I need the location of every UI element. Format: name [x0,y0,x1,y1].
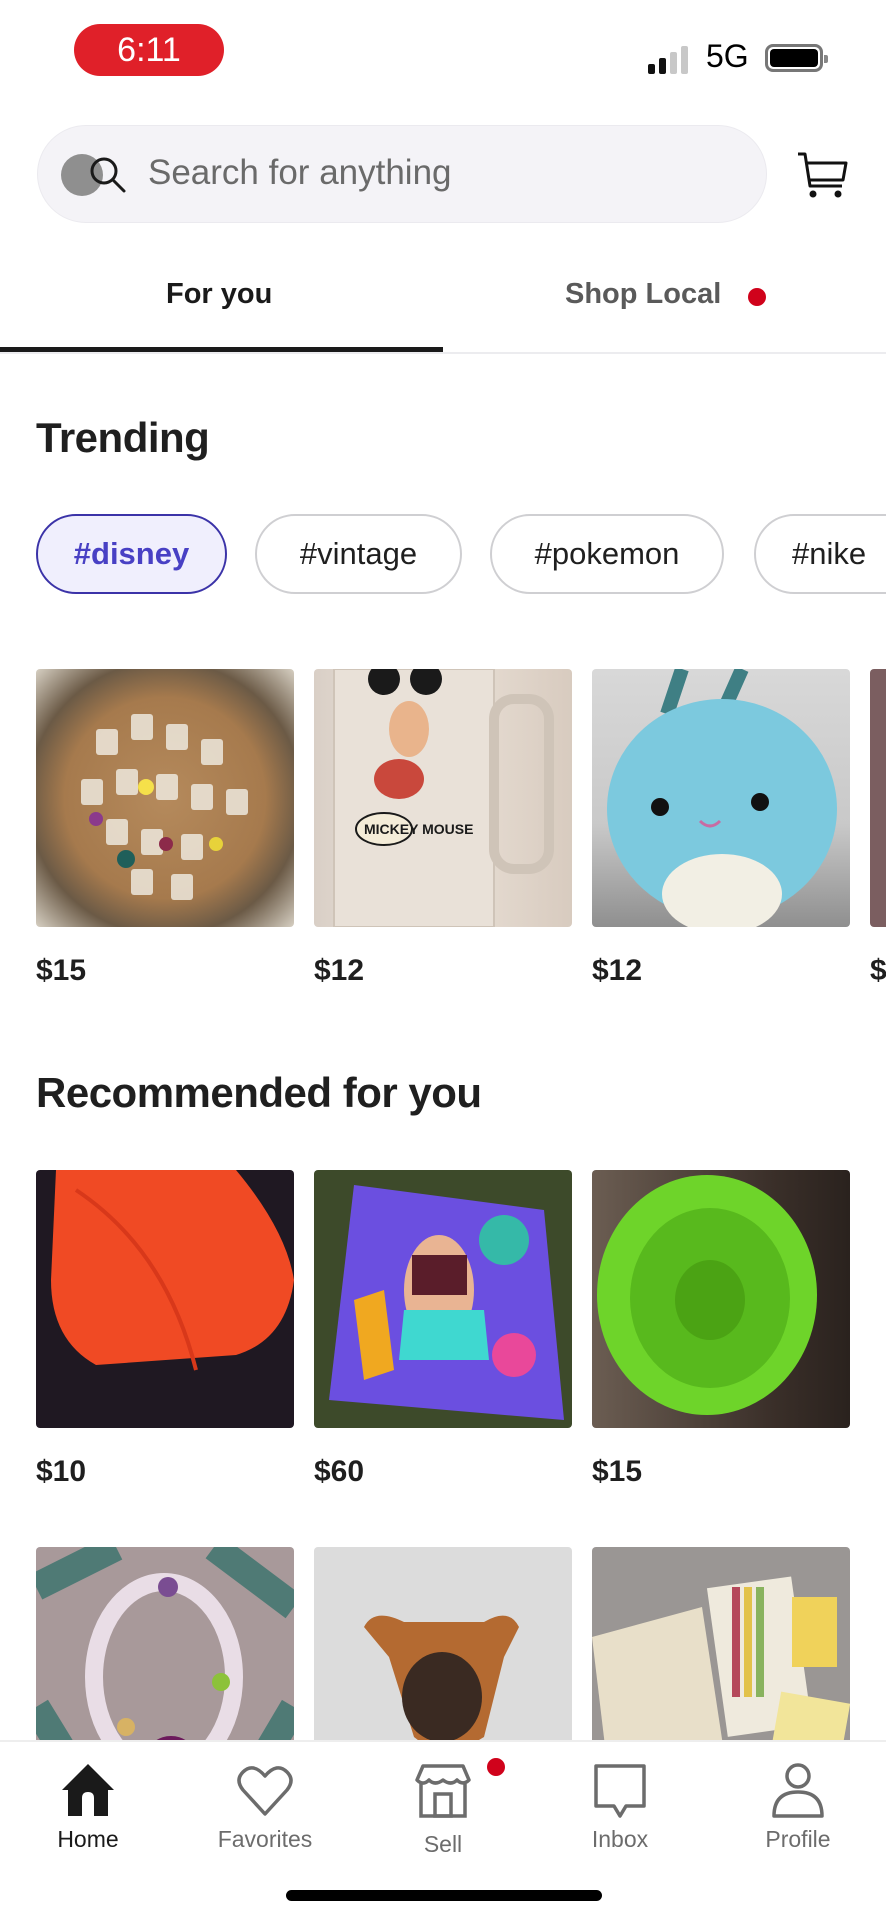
item-image-squishmallow[interactable] [592,669,850,927]
profile-icon [772,1763,824,1818]
recommended-heading: Recommended for you [36,1069,482,1116]
trending-item[interactable]: $15 [36,669,294,987]
search-icon [90,157,126,193]
status-time: 6:11 [74,24,224,76]
item-price: $15 [36,954,87,987]
item-price: $10 [36,1455,87,1488]
chip-nike[interactable]: #nike [754,514,886,594]
nav-profile-label: Profile [765,1826,831,1852]
nav-home[interactable]: Home [23,1760,153,1853]
nav-home-label: Home [57,1826,119,1852]
item-price: $15 [592,1455,643,1488]
item-image-canvas-art[interactable] [314,1170,572,1428]
inbox-icon [594,1764,646,1818]
item-image-partial[interactable] [870,669,886,927]
trending-item[interactable]: $12 [592,669,850,987]
tab-divider [0,352,886,354]
search-bar[interactable]: Search for anything [37,125,767,223]
shop-local-notification-dot [748,288,766,306]
home-icon [62,1764,114,1816]
nav-inbox-label: Inbox [591,1826,649,1852]
tab-shop-local[interactable]: Shop Local [565,278,721,311]
nav-profile[interactable]: Profile [733,1760,863,1853]
sell-notification-dot [485,1756,507,1778]
item-image-mickey-mug[interactable]: MICKEY MOUSE [314,669,572,927]
chip-pokemon[interactable]: #pokemon [490,514,724,594]
knit-hat-illustration [51,1170,294,1371]
pins-illustration [81,714,248,900]
item-image-knit-hat[interactable] [36,1170,294,1428]
network-type: 5G [706,38,749,74]
trending-heading: Trending [36,414,210,461]
bowl-illustration [597,1175,817,1415]
item-image-green-bowl[interactable] [592,1170,850,1428]
item-price: $12 [592,954,643,987]
nav-favorites-label: Favorites [217,1826,313,1852]
cart-icon[interactable] [796,150,850,200]
heart-icon [237,1766,293,1816]
recommended-item[interactable]: $60 [314,1170,572,1488]
item-price: $ [870,954,886,987]
plush-illustration [607,669,837,927]
home-indicator[interactable] [286,1890,602,1901]
item-price: $12 [314,954,365,987]
item-image-disney-pins[interactable] [36,669,294,927]
search-input[interactable]: Search for anything [148,153,452,193]
recommended-item[interactable]: $10 [36,1170,294,1488]
nav-favorites[interactable]: Favorites [200,1760,330,1853]
battery-icon [765,44,828,72]
nav-inbox[interactable]: Inbox [555,1760,685,1853]
nav-sell[interactable]: Sell [378,1756,508,1858]
canvas-illustration [329,1185,564,1420]
mug-illustration: MICKEY MOUSE [333,669,554,927]
trending-item[interactable]: $ [870,669,886,987]
signal-icon [648,44,694,74]
mug-text: MICKEY MOUSE [364,821,473,837]
trending-item[interactable]: MICKEY MOUSE $12 [314,669,572,987]
chip-vintage[interactable]: #vintage [255,514,462,594]
storefront-icon [415,1764,471,1818]
chip-disney[interactable]: #disney [36,514,227,594]
tab-for-you[interactable]: For you [166,278,272,311]
recommended-item[interactable]: $15 [592,1170,850,1488]
nav-sell-label: Sell [423,1831,463,1857]
item-price: $60 [314,1455,365,1488]
